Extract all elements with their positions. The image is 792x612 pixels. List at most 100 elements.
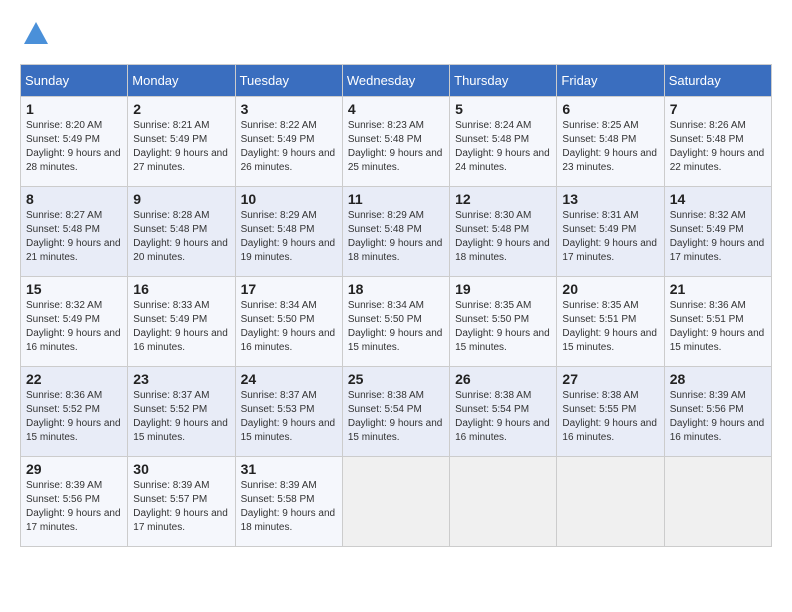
calendar-cell: 21 Sunrise: 8:36 AM Sunset: 5:51 PM Dayl… — [664, 277, 771, 367]
calendar-cell: 11 Sunrise: 8:29 AM Sunset: 5:48 PM Dayl… — [342, 187, 449, 277]
day-number: 20 — [562, 281, 658, 297]
day-info: Sunrise: 8:20 AM Sunset: 5:49 PM Dayligh… — [26, 120, 121, 173]
day-info: Sunrise: 8:25 AM Sunset: 5:48 PM Dayligh… — [562, 120, 657, 173]
day-info: Sunrise: 8:23 AM Sunset: 5:48 PM Dayligh… — [348, 120, 443, 173]
day-info: Sunrise: 8:38 AM Sunset: 5:54 PM Dayligh… — [455, 390, 550, 443]
day-number: 26 — [455, 371, 551, 387]
calendar-week-row: 22 Sunrise: 8:36 AM Sunset: 5:52 PM Dayl… — [21, 367, 772, 457]
calendar-week-row: 1 Sunrise: 8:20 AM Sunset: 5:49 PM Dayli… — [21, 97, 772, 187]
calendar-cell: 28 Sunrise: 8:39 AM Sunset: 5:56 PM Dayl… — [664, 367, 771, 457]
calendar-cell: 1 Sunrise: 8:20 AM Sunset: 5:49 PM Dayli… — [21, 97, 128, 187]
day-info: Sunrise: 8:36 AM Sunset: 5:52 PM Dayligh… — [26, 390, 121, 443]
calendar-cell: 22 Sunrise: 8:36 AM Sunset: 5:52 PM Dayl… — [21, 367, 128, 457]
day-number: 11 — [348, 191, 444, 207]
calendar-cell — [342, 457, 449, 547]
calendar-cell: 30 Sunrise: 8:39 AM Sunset: 5:57 PM Dayl… — [128, 457, 235, 547]
day-info: Sunrise: 8:34 AM Sunset: 5:50 PM Dayligh… — [348, 300, 443, 353]
day-info: Sunrise: 8:33 AM Sunset: 5:49 PM Dayligh… — [133, 300, 228, 353]
day-info: Sunrise: 8:39 AM Sunset: 5:56 PM Dayligh… — [26, 480, 121, 533]
calendar-cell: 25 Sunrise: 8:38 AM Sunset: 5:54 PM Dayl… — [342, 367, 449, 457]
day-info: Sunrise: 8:30 AM Sunset: 5:48 PM Dayligh… — [455, 210, 550, 263]
day-info: Sunrise: 8:36 AM Sunset: 5:51 PM Dayligh… — [670, 300, 765, 353]
day-info: Sunrise: 8:24 AM Sunset: 5:48 PM Dayligh… — [455, 120, 550, 173]
day-number: 15 — [26, 281, 122, 297]
calendar-cell: 20 Sunrise: 8:35 AM Sunset: 5:51 PM Dayl… — [557, 277, 664, 367]
calendar-cell: 3 Sunrise: 8:22 AM Sunset: 5:49 PM Dayli… — [235, 97, 342, 187]
day-info: Sunrise: 8:28 AM Sunset: 5:48 PM Dayligh… — [133, 210, 228, 263]
weekday-header: Friday — [557, 65, 664, 97]
day-info: Sunrise: 8:39 AM Sunset: 5:56 PM Dayligh… — [670, 390, 765, 443]
day-number: 24 — [241, 371, 337, 387]
day-info: Sunrise: 8:38 AM Sunset: 5:55 PM Dayligh… — [562, 390, 657, 443]
weekday-header: Sunday — [21, 65, 128, 97]
day-number: 12 — [455, 191, 551, 207]
weekday-header: Monday — [128, 65, 235, 97]
calendar-table: SundayMondayTuesdayWednesdayThursdayFrid… — [20, 64, 772, 547]
calendar-cell: 24 Sunrise: 8:37 AM Sunset: 5:53 PM Dayl… — [235, 367, 342, 457]
day-info: Sunrise: 8:35 AM Sunset: 5:50 PM Dayligh… — [455, 300, 550, 353]
calendar-cell — [664, 457, 771, 547]
calendar-cell: 13 Sunrise: 8:31 AM Sunset: 5:49 PM Dayl… — [557, 187, 664, 277]
calendar-cell: 26 Sunrise: 8:38 AM Sunset: 5:54 PM Dayl… — [450, 367, 557, 457]
calendar-cell: 12 Sunrise: 8:30 AM Sunset: 5:48 PM Dayl… — [450, 187, 557, 277]
calendar-cell: 5 Sunrise: 8:24 AM Sunset: 5:48 PM Dayli… — [450, 97, 557, 187]
calendar-cell: 10 Sunrise: 8:29 AM Sunset: 5:48 PM Dayl… — [235, 187, 342, 277]
day-number: 8 — [26, 191, 122, 207]
day-number: 10 — [241, 191, 337, 207]
day-info: Sunrise: 8:39 AM Sunset: 5:57 PM Dayligh… — [133, 480, 228, 533]
calendar-cell — [450, 457, 557, 547]
calendar-cell: 8 Sunrise: 8:27 AM Sunset: 5:48 PM Dayli… — [21, 187, 128, 277]
day-number: 29 — [26, 461, 122, 477]
day-number: 21 — [670, 281, 766, 297]
day-number: 27 — [562, 371, 658, 387]
day-number: 1 — [26, 101, 122, 117]
day-info: Sunrise: 8:32 AM Sunset: 5:49 PM Dayligh… — [670, 210, 765, 263]
header-row: SundayMondayTuesdayWednesdayThursdayFrid… — [21, 65, 772, 97]
day-info: Sunrise: 8:31 AM Sunset: 5:49 PM Dayligh… — [562, 210, 657, 263]
day-info: Sunrise: 8:22 AM Sunset: 5:49 PM Dayligh… — [241, 120, 336, 173]
calendar-cell: 7 Sunrise: 8:26 AM Sunset: 5:48 PM Dayli… — [664, 97, 771, 187]
calendar-cell: 27 Sunrise: 8:38 AM Sunset: 5:55 PM Dayl… — [557, 367, 664, 457]
calendar-cell: 29 Sunrise: 8:39 AM Sunset: 5:56 PM Dayl… — [21, 457, 128, 547]
calendar-cell: 31 Sunrise: 8:39 AM Sunset: 5:58 PM Dayl… — [235, 457, 342, 547]
day-number: 7 — [670, 101, 766, 117]
day-number: 4 — [348, 101, 444, 117]
calendar-cell: 19 Sunrise: 8:35 AM Sunset: 5:50 PM Dayl… — [450, 277, 557, 367]
calendar-week-row: 8 Sunrise: 8:27 AM Sunset: 5:48 PM Dayli… — [21, 187, 772, 277]
header — [20, 20, 772, 54]
weekday-header: Saturday — [664, 65, 771, 97]
logo-general-text — [20, 20, 50, 54]
day-info: Sunrise: 8:29 AM Sunset: 5:48 PM Dayligh… — [348, 210, 443, 263]
calendar-cell: 18 Sunrise: 8:34 AM Sunset: 5:50 PM Dayl… — [342, 277, 449, 367]
day-number: 23 — [133, 371, 229, 387]
weekday-header: Wednesday — [342, 65, 449, 97]
calendar-cell: 23 Sunrise: 8:37 AM Sunset: 5:52 PM Dayl… — [128, 367, 235, 457]
calendar-week-row: 15 Sunrise: 8:32 AM Sunset: 5:49 PM Dayl… — [21, 277, 772, 367]
day-info: Sunrise: 8:34 AM Sunset: 5:50 PM Dayligh… — [241, 300, 336, 353]
day-info: Sunrise: 8:32 AM Sunset: 5:49 PM Dayligh… — [26, 300, 121, 353]
calendar-cell: 4 Sunrise: 8:23 AM Sunset: 5:48 PM Dayli… — [342, 97, 449, 187]
day-info: Sunrise: 8:39 AM Sunset: 5:58 PM Dayligh… — [241, 480, 336, 533]
day-number: 22 — [26, 371, 122, 387]
calendar-cell: 15 Sunrise: 8:32 AM Sunset: 5:49 PM Dayl… — [21, 277, 128, 367]
day-info: Sunrise: 8:26 AM Sunset: 5:48 PM Dayligh… — [670, 120, 765, 173]
day-number: 25 — [348, 371, 444, 387]
calendar-cell: 17 Sunrise: 8:34 AM Sunset: 5:50 PM Dayl… — [235, 277, 342, 367]
day-info: Sunrise: 8:37 AM Sunset: 5:53 PM Dayligh… — [241, 390, 336, 443]
day-number: 31 — [241, 461, 337, 477]
logo-icon — [22, 20, 50, 48]
day-info: Sunrise: 8:37 AM Sunset: 5:52 PM Dayligh… — [133, 390, 228, 443]
calendar-cell: 16 Sunrise: 8:33 AM Sunset: 5:49 PM Dayl… — [128, 277, 235, 367]
day-number: 2 — [133, 101, 229, 117]
day-info: Sunrise: 8:35 AM Sunset: 5:51 PM Dayligh… — [562, 300, 657, 353]
calendar-week-row: 29 Sunrise: 8:39 AM Sunset: 5:56 PM Dayl… — [21, 457, 772, 547]
day-number: 9 — [133, 191, 229, 207]
day-number: 6 — [562, 101, 658, 117]
day-info: Sunrise: 8:38 AM Sunset: 5:54 PM Dayligh… — [348, 390, 443, 443]
day-number: 3 — [241, 101, 337, 117]
day-number: 30 — [133, 461, 229, 477]
day-info: Sunrise: 8:27 AM Sunset: 5:48 PM Dayligh… — [26, 210, 121, 263]
calendar-cell: 14 Sunrise: 8:32 AM Sunset: 5:49 PM Dayl… — [664, 187, 771, 277]
logo — [20, 20, 50, 54]
day-info: Sunrise: 8:29 AM Sunset: 5:48 PM Dayligh… — [241, 210, 336, 263]
